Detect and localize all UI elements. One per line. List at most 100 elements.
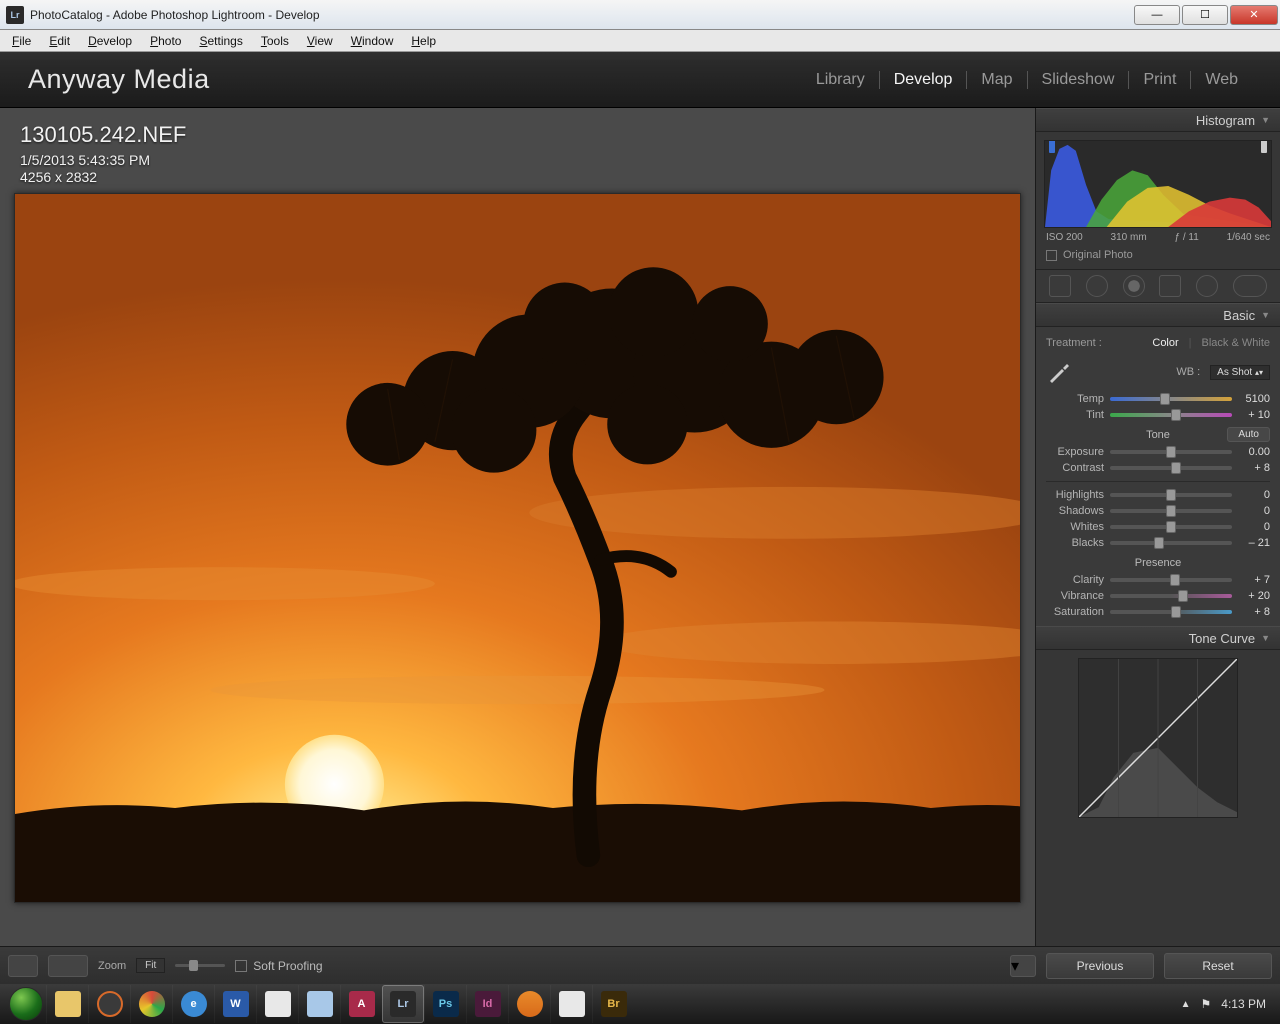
tint-value[interactable]: + 10 xyxy=(1238,409,1270,421)
exposure-slider[interactable] xyxy=(1110,450,1232,454)
blacks-slider[interactable] xyxy=(1110,541,1232,545)
wb-eyedropper-icon[interactable] xyxy=(1046,359,1072,385)
menu-help[interactable]: Help xyxy=(403,32,444,50)
redeye-tool[interactable] xyxy=(1123,275,1145,297)
image-dimensions: 4256 x 2832 xyxy=(20,169,1021,185)
reset-button[interactable]: Reset xyxy=(1164,953,1272,979)
temp-slider[interactable] xyxy=(1110,397,1232,401)
spot-removal-tool[interactable] xyxy=(1086,275,1108,297)
zoom-slider[interactable] xyxy=(175,964,225,967)
menu-edit[interactable]: Edit xyxy=(41,32,78,50)
filmstrip-toggle[interactable]: ▾ xyxy=(1010,955,1036,977)
clarity-slider[interactable] xyxy=(1110,578,1232,582)
saturation-value[interactable]: + 8 xyxy=(1238,606,1270,618)
ie-taskbar-icon[interactable]: e xyxy=(172,985,214,1023)
vibrance-slider-row: Vibrance + 20 xyxy=(1046,588,1270,604)
menu-tools[interactable]: Tools xyxy=(253,32,297,50)
contrast-value[interactable]: + 8 xyxy=(1238,462,1270,474)
highlights-value[interactable]: 0 xyxy=(1238,489,1270,501)
lightroom-taskbar-icon[interactable]: Lr xyxy=(382,985,424,1023)
access-taskbar-icon[interactable]: A xyxy=(340,985,382,1023)
module-library[interactable]: Library xyxy=(802,71,879,89)
media-taskbar-icon[interactable] xyxy=(508,985,550,1023)
adjustment-brush-tool[interactable] xyxy=(1233,275,1267,297)
soft-proofing-toggle[interactable]: Soft Proofing xyxy=(235,959,322,973)
menu-develop[interactable]: Develop xyxy=(80,32,140,50)
contrast-slider[interactable] xyxy=(1110,466,1232,470)
module-develop[interactable]: Develop xyxy=(880,71,967,89)
close-button[interactable]: ✕ xyxy=(1230,5,1278,25)
bridge-taskbar-icon[interactable]: Br xyxy=(592,985,634,1023)
indesign-taskbar-icon[interactable]: Id xyxy=(466,985,508,1023)
maximize-button[interactable]: ☐ xyxy=(1182,5,1228,25)
wb-dropdown[interactable]: As Shot ▴▾ xyxy=(1210,365,1270,380)
menu-view[interactable]: View xyxy=(299,32,341,50)
temp-value[interactable]: 5100 xyxy=(1238,393,1270,405)
tone-curve-editor[interactable] xyxy=(1078,658,1238,818)
shadow-clipping-indicator[interactable] xyxy=(1049,140,1055,153)
action-center-icon[interactable]: ⚑ xyxy=(1201,997,1212,1011)
window-controls: — ☐ ✕ xyxy=(1134,5,1278,25)
treatment-color[interactable]: Color xyxy=(1152,337,1178,349)
clock[interactable]: 4:13 PM xyxy=(1221,997,1266,1011)
tray-expand-icon[interactable]: ▲ xyxy=(1181,999,1191,1010)
module-map[interactable]: Map xyxy=(967,71,1026,89)
whites-value[interactable]: 0 xyxy=(1238,521,1270,533)
highlights-slider-row: Highlights 0 xyxy=(1046,487,1270,503)
minimize-button[interactable]: — xyxy=(1134,5,1180,25)
tint-slider[interactable] xyxy=(1110,413,1232,417)
histogram-iso: ISO 200 xyxy=(1046,232,1083,243)
auto-tone-button[interactable]: Auto xyxy=(1227,427,1270,442)
clarity-slider-row: Clarity + 7 xyxy=(1046,572,1270,588)
module-web[interactable]: Web xyxy=(1191,71,1252,89)
menu-file[interactable]: File xyxy=(4,32,39,50)
menu-window[interactable]: Window xyxy=(343,32,402,50)
tone-curve-panel-header[interactable]: Tone Curve▼ xyxy=(1036,626,1280,650)
saturation-slider[interactable] xyxy=(1110,610,1232,614)
menu-photo[interactable]: Photo xyxy=(142,32,189,50)
original-photo-toggle[interactable]: Original Photo xyxy=(1044,245,1272,265)
explorer-taskbar-icon[interactable] xyxy=(46,985,88,1023)
shadows-value[interactable]: 0 xyxy=(1238,505,1270,517)
histogram-display[interactable] xyxy=(1044,140,1272,228)
highlights-slider[interactable] xyxy=(1110,493,1232,497)
vibrance-slider[interactable] xyxy=(1110,594,1232,598)
highlight-clipping-indicator[interactable] xyxy=(1261,140,1267,153)
document-taskbar-icon[interactable] xyxy=(550,985,592,1023)
module-slideshow[interactable]: Slideshow xyxy=(1028,71,1129,89)
image-canvas[interactable] xyxy=(14,193,1021,903)
clarity-value[interactable]: + 7 xyxy=(1238,574,1270,586)
photoshop-taskbar-icon[interactable]: Ps xyxy=(424,985,466,1023)
chrome-taskbar-icon[interactable] xyxy=(130,985,172,1023)
radial-filter-tool[interactable] xyxy=(1196,275,1218,297)
vibrance-value[interactable]: + 20 xyxy=(1238,590,1270,602)
basic-panel-header[interactable]: Basic▼ xyxy=(1036,303,1280,327)
loupe-view-button[interactable] xyxy=(8,955,38,977)
treatment-label: Treatment : xyxy=(1046,337,1142,349)
blacks-value[interactable]: – 21 xyxy=(1238,537,1270,549)
module-print[interactable]: Print xyxy=(1129,71,1190,89)
workspace: 130105.242.NEF 1/5/2013 5:43:35 PM 4256 … xyxy=(0,108,1280,946)
start-button[interactable] xyxy=(6,984,46,1024)
wb-label: WB : xyxy=(1082,366,1200,378)
shadows-slider[interactable] xyxy=(1110,509,1232,513)
before-after-button[interactable] xyxy=(48,955,88,977)
whites-slider[interactable] xyxy=(1110,525,1232,529)
firefox-taskbar-icon[interactable] xyxy=(88,985,130,1023)
treatment-bw[interactable]: Black & White xyxy=(1202,337,1270,349)
exposure-slider-row: Exposure 0.00 xyxy=(1046,444,1270,460)
notepad-taskbar-icon[interactable] xyxy=(256,985,298,1023)
zoom-dropdown[interactable]: Fit xyxy=(136,958,165,973)
graduated-filter-tool[interactable] xyxy=(1159,275,1181,297)
tone-curve-title: Tone Curve xyxy=(1189,631,1255,646)
temp-label: Temp xyxy=(1046,393,1104,405)
menu-settings[interactable]: Settings xyxy=(191,32,250,50)
word-taskbar-icon[interactable]: W xyxy=(214,985,256,1023)
crop-tool[interactable] xyxy=(1049,275,1071,297)
blacks-slider-row: Blacks – 21 xyxy=(1046,535,1270,551)
histogram-panel-header[interactable]: Histogram▼ xyxy=(1036,108,1280,132)
tint-label: Tint xyxy=(1046,409,1104,421)
calculator-taskbar-icon[interactable] xyxy=(298,985,340,1023)
previous-button[interactable]: Previous xyxy=(1046,953,1154,979)
exposure-value[interactable]: 0.00 xyxy=(1238,446,1270,458)
